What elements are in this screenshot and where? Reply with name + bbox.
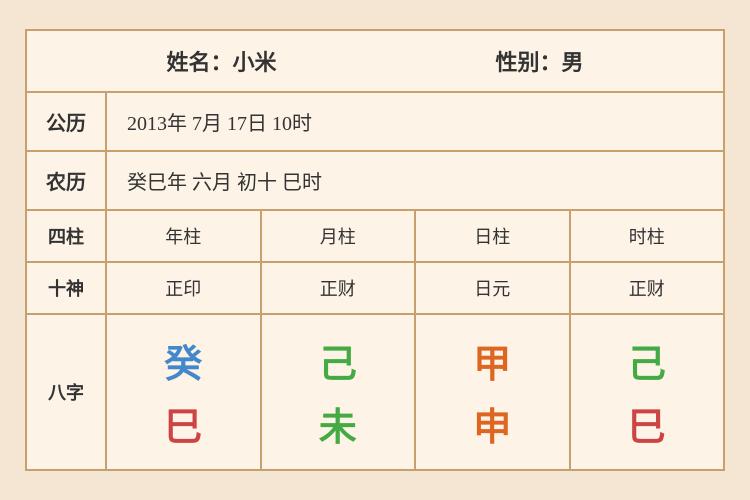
gregorian-row: 公历 2013年 7月 17日 10时: [27, 93, 723, 152]
sizhu-label: 四柱: [27, 211, 107, 261]
bazi1-top: 癸: [164, 333, 202, 388]
lunar-value: 癸巳年 六月 初十 巳时: [107, 152, 723, 209]
bazi-row: 八字 癸 巳 己 未 甲 申 己 巳: [27, 315, 723, 469]
gregorian-value: 2013年 7月 17日 10时: [107, 93, 723, 150]
lunar-label: 农历: [27, 152, 107, 209]
col3-header: 日柱: [416, 211, 571, 261]
header-row: 姓名：小米 性别：男: [27, 31, 723, 93]
column-headers-row: 四柱 年柱 月柱 日柱 时柱: [27, 211, 723, 263]
col4-header: 时柱: [571, 211, 724, 261]
shen2-value: 正财: [262, 263, 417, 313]
bazi1-bottom: 巳: [164, 396, 202, 451]
bazi4-top: 己: [628, 333, 666, 388]
shen4-value: 正财: [571, 263, 724, 313]
bazi3-bottom: 申: [473, 396, 511, 451]
shishen-label: 十神: [27, 263, 107, 313]
bazi2-bottom: 未: [319, 396, 357, 451]
gregorian-label: 公历: [27, 93, 107, 150]
main-container: 姓名：小米 性别：男 公历 2013年 7月 17日 10时 农历 癸巳年 六月…: [25, 29, 725, 471]
lunar-row: 农历 癸巳年 六月 初十 巳时: [27, 152, 723, 211]
bazi3-top: 甲: [473, 333, 511, 388]
bazi-label: 八字: [27, 315, 107, 469]
name-label: 姓名：小米: [166, 45, 276, 77]
shen1-value: 正印: [107, 263, 262, 313]
bazi4-bottom: 巳: [628, 396, 666, 451]
col2-header: 月柱: [262, 211, 417, 261]
bazi-col2: 己 未: [262, 315, 417, 469]
shen3-value: 日元: [416, 263, 571, 313]
shishen-row: 十神 正印 正财 日元 正财: [27, 263, 723, 315]
gender-label: 性别：男: [495, 45, 583, 77]
bazi-col1: 癸 巳: [107, 315, 262, 469]
bazi-col4: 己 巳: [571, 315, 724, 469]
bazi2-top: 己: [319, 333, 357, 388]
bazi-col3: 甲 申: [416, 315, 571, 469]
col1-header: 年柱: [107, 211, 262, 261]
